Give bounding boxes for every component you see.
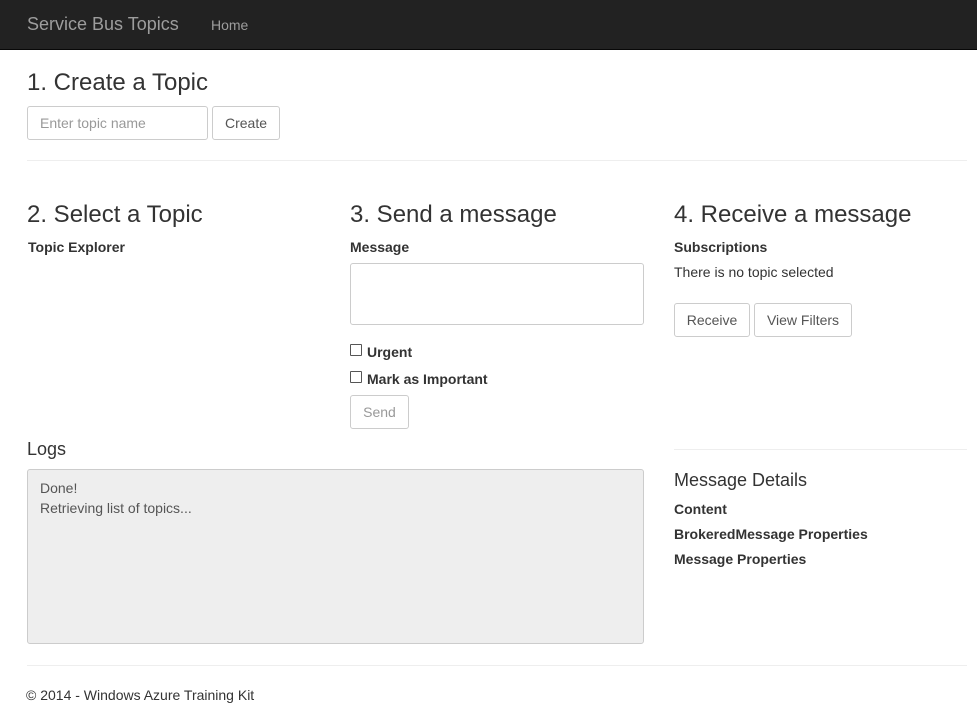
log-line: Done! (40, 480, 78, 496)
important-checkbox[interactable] (350, 371, 362, 383)
divider-details (674, 449, 967, 450)
message-label: Message (350, 239, 410, 255)
logs-panel[interactable]: Done! Retrieving list of topics... (27, 469, 644, 644)
topic-name-input[interactable] (27, 106, 208, 140)
message-textarea[interactable] (350, 263, 644, 325)
brokered-properties-label: BrokeredMessage Properties (674, 526, 868, 542)
view-filters-button[interactable]: View Filters (754, 303, 852, 337)
important-label: Mark as Important (367, 371, 488, 387)
logs-heading: Logs (27, 439, 67, 459)
log-line: Retrieving list of topics... (40, 500, 192, 516)
navbar: Service Bus Topics Home (0, 0, 977, 50)
send-message-heading: 3. Send a message (350, 201, 557, 228)
message-details-heading: Message Details (674, 470, 808, 490)
content-label: Content (674, 501, 727, 517)
topic-explorer-label: Topic Explorer (28, 239, 125, 255)
create-topic-heading: 1. Create a Topic (27, 69, 208, 96)
nav-link-home[interactable]: Home (211, 16, 248, 34)
create-button[interactable]: Create (212, 106, 280, 140)
no-topic-status: There is no topic selected (674, 264, 834, 280)
receive-message-heading: 4. Receive a message (674, 201, 912, 228)
message-properties-label: Message Properties (674, 551, 807, 567)
urgent-checkbox[interactable] (350, 344, 362, 356)
select-topic-heading: 2. Select a Topic (27, 201, 203, 228)
navbar-brand[interactable]: Service Bus Topics (27, 13, 179, 35)
receive-button[interactable]: Receive (674, 303, 750, 337)
divider-top (27, 160, 967, 161)
footer-text: © 2014 - Windows Azure Training Kit (26, 687, 255, 703)
urgent-label: Urgent (367, 344, 413, 360)
send-button[interactable]: Send (350, 395, 409, 429)
divider-footer (27, 665, 967, 666)
subscriptions-label: Subscriptions (674, 239, 768, 255)
